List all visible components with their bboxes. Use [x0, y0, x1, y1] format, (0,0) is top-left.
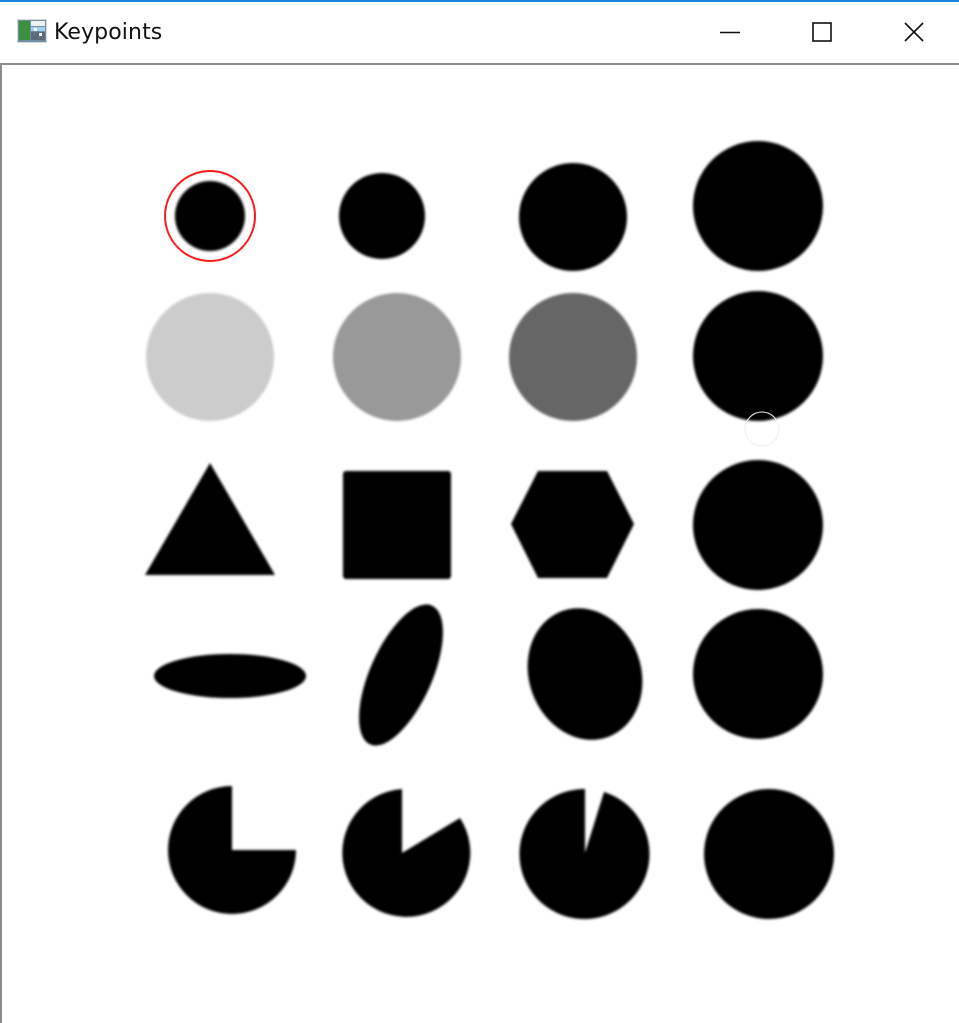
shape-tilted-ellipse: [359, 604, 443, 746]
shape-small-circle: [175, 181, 245, 251]
title-bar[interactable]: Keypoints: [0, 2, 959, 62]
shape-mid-gray-circle: [333, 293, 461, 421]
maximize-button[interactable]: [776, 2, 868, 62]
shape-circle: [704, 789, 834, 919]
shape-pacman-wedge-cut: [342, 789, 471, 917]
shape-large-circle: [693, 141, 823, 271]
shape-circle: [339, 173, 425, 259]
shape-triangle: [145, 463, 275, 575]
keypoints-image: [145, 141, 834, 919]
shape-square: [343, 471, 451, 579]
image-view: [0, 63, 959, 1023]
maximize-icon: [812, 22, 832, 42]
shape-light-gray-circle: [146, 293, 274, 421]
minimize-icon: [720, 31, 740, 34]
shape-circle: [693, 460, 823, 590]
minimize-button[interactable]: [684, 2, 776, 62]
close-button[interactable]: [868, 2, 959, 62]
shape-oval: [527, 608, 643, 740]
close-icon: [904, 22, 924, 42]
window-title: Keypoints: [54, 20, 163, 45]
shape-pacman-quarter-cut: [168, 786, 296, 914]
shape-circle: [519, 163, 627, 271]
shape-circle: [693, 609, 823, 739]
shape-flat-ellipse: [154, 654, 306, 698]
shape-dark-gray-circle: [509, 293, 637, 421]
shape-pacman-thin-wedge-cut: [519, 788, 650, 919]
keypoints-window: Keypoints: [0, 0, 959, 1023]
shape-hexagon: [511, 471, 634, 578]
opencv-image-window-icon: [17, 19, 47, 43]
shape-circle: [693, 291, 823, 421]
